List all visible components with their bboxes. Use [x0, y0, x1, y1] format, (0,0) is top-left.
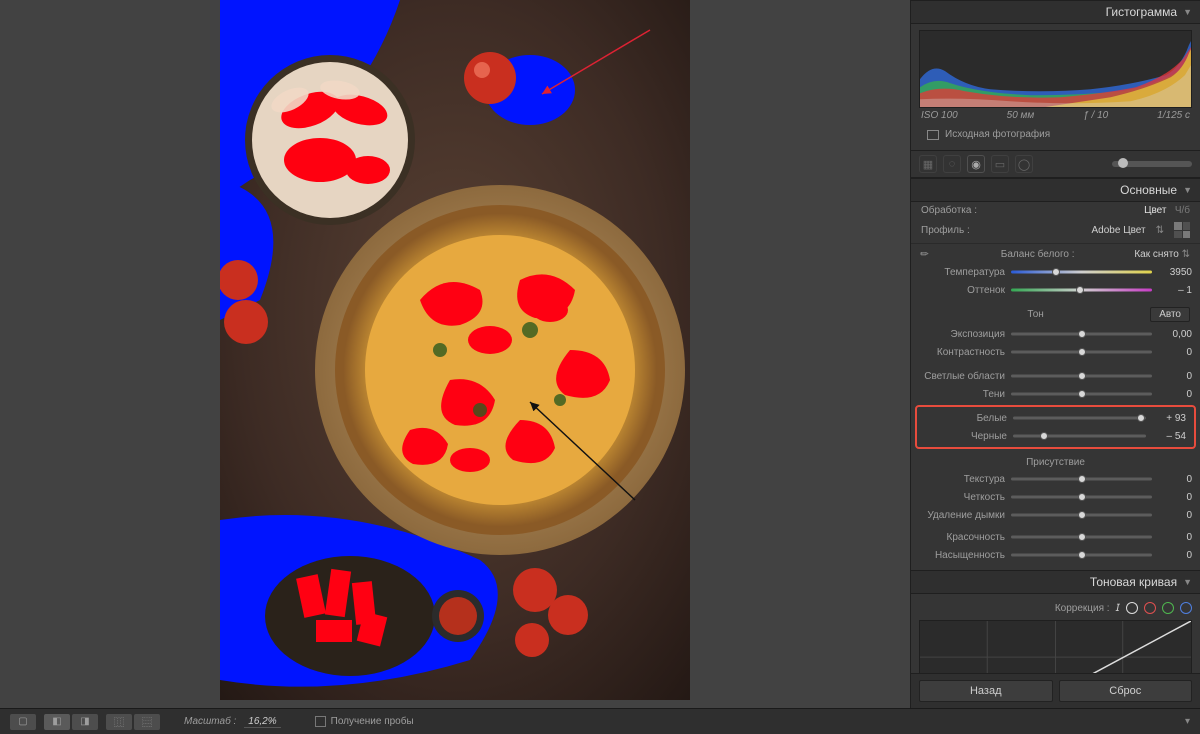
curve-blue[interactable] — [1180, 602, 1192, 614]
basic-title: Основные — [1120, 183, 1177, 197]
histogram[interactable] — [919, 30, 1192, 108]
reset-button[interactable]: Сброс — [1059, 680, 1193, 702]
exposure-label: Экспозиция — [919, 329, 1005, 340]
histogram-header[interactable]: Гистограмма ▼ — [911, 0, 1200, 24]
whites-blacks-highlight: Белые + 93 Черные – 54 — [915, 405, 1196, 449]
compare-after-icon[interactable]: ◨ — [72, 714, 98, 730]
tint-slider[interactable] — [1011, 284, 1152, 296]
eyedropper-icon[interactable]: ✎ — [918, 248, 932, 262]
blacks-value[interactable]: – 54 — [1152, 431, 1186, 442]
saturation-value[interactable]: 0 — [1158, 550, 1192, 561]
tone-header: Тон — [921, 309, 1150, 320]
profile-value[interactable]: Adobe Цвет — [1092, 225, 1146, 236]
blacks-label: Черные — [925, 431, 1007, 442]
compare-split-icon[interactable]: ⿲ — [106, 714, 132, 730]
dehaze-label: Удаление дымки — [919, 510, 1005, 521]
exposure-slider[interactable] — [1011, 328, 1152, 340]
compare-swap-icon[interactable]: ⿳ — [134, 714, 160, 730]
whites-value[interactable]: + 93 — [1152, 413, 1186, 424]
photo-preview[interactable] — [220, 0, 690, 700]
shadows-value[interactable]: 0 — [1158, 389, 1192, 400]
zoom-label: Масштаб : — [184, 716, 236, 727]
saturation-label: Насыщенность — [919, 550, 1005, 561]
profile-browser-icon[interactable] — [1174, 222, 1190, 238]
texture-label: Текстура — [919, 474, 1005, 485]
texture-value[interactable]: 0 — [1158, 474, 1192, 485]
back-button[interactable]: Назад — [919, 680, 1053, 702]
develop-right-panel: Гистограмма ▼ ▲ ▲ — [910, 0, 1200, 708]
clarity-value[interactable]: 0 — [1158, 492, 1192, 503]
tone-curve-header[interactable]: Тоновая кривая ▼ — [911, 570, 1200, 594]
chevron-down-icon: ▼ — [1183, 577, 1192, 587]
chevron-down-icon: ▼ — [1183, 7, 1192, 17]
histogram-meta: ISO 100 50 мм ƒ / 10 1/125 с — [919, 108, 1192, 125]
radial-tool-icon[interactable]: ◯ — [1015, 155, 1033, 173]
treatment-color[interactable]: Цвет — [1144, 205, 1166, 216]
tone-curve-title: Тоновая кривая — [1090, 575, 1177, 589]
tool-size-slider[interactable] — [1112, 161, 1192, 167]
contrast-value[interactable]: 0 — [1158, 347, 1192, 358]
bottom-toolbar: ▢ ◧ ◨ ⿲ ⿳ Масштаб : 16,2% Получение проб… — [0, 708, 1200, 734]
temp-label: Температура — [919, 267, 1005, 278]
clarity-slider[interactable] — [1011, 491, 1152, 503]
redeye-tool-icon[interactable]: ◉ — [967, 155, 985, 173]
vibrance-label: Красочность — [919, 532, 1005, 543]
saturation-slider[interactable] — [1011, 549, 1152, 561]
compare-before-icon[interactable]: ◧ — [44, 714, 70, 730]
profile-row[interactable]: Профиль : Adobe Цвет ⇅ — [911, 219, 1200, 241]
whites-label: Белые — [925, 413, 1007, 424]
curve-region-icon[interactable]: 𝘐 — [1116, 603, 1120, 614]
curve-rgb[interactable] — [1126, 602, 1138, 614]
temp-slider[interactable] — [1011, 266, 1152, 278]
spot-tool-icon[interactable]: ◌ — [943, 155, 961, 173]
contrast-label: Контрастность — [919, 347, 1005, 358]
treatment-row: Обработка : Цвет Ч/б — [911, 202, 1200, 219]
highlights-slider[interactable] — [1011, 370, 1152, 382]
dehaze-slider[interactable] — [1011, 509, 1152, 521]
updown-icon[interactable]: ⇅ — [1156, 225, 1164, 236]
presence-header: Присутствие — [911, 451, 1200, 470]
treatment-bw[interactable]: Ч/б — [1175, 205, 1190, 216]
auto-button[interactable]: Авто — [1150, 307, 1190, 322]
soft-proof-chevron-icon[interactable]: ▾ — [1185, 716, 1190, 727]
gradient-tool-icon[interactable]: ▭ — [991, 155, 1009, 173]
contrast-slider[interactable] — [1011, 346, 1152, 358]
basic-header[interactable]: Основные ▼ — [911, 178, 1200, 202]
curve-correction-label: Коррекция : — [1055, 603, 1110, 614]
curve-green[interactable] — [1162, 602, 1174, 614]
wb-label: Баланс белого : — [941, 249, 1134, 260]
whites-slider[interactable] — [1013, 412, 1146, 424]
blacks-slider[interactable] — [1013, 430, 1146, 442]
shadows-slider[interactable] — [1011, 388, 1152, 400]
highlights-label: Светлые области — [919, 371, 1005, 382]
texture-slider[interactable] — [1011, 473, 1152, 485]
zoom-value[interactable]: 16,2% — [244, 716, 280, 728]
dehaze-value[interactable]: 0 — [1158, 510, 1192, 521]
clarity-label: Четкость — [919, 492, 1005, 503]
wb-dropdown[interactable]: Как снято ⇅ — [1134, 249, 1190, 260]
vibrance-value[interactable]: 0 — [1158, 532, 1192, 543]
histogram-title: Гистограмма — [1106, 5, 1177, 19]
canvas-area[interactable] — [0, 0, 910, 708]
chevron-down-icon: ▼ — [1183, 185, 1192, 195]
original-photo-toggle[interactable]: Исходная фотография — [919, 125, 1192, 144]
highlights-value[interactable]: 0 — [1158, 371, 1192, 382]
sample-checkbox[interactable]: Получение пробы — [315, 716, 414, 727]
tint-label: Оттенок — [919, 285, 1005, 296]
vibrance-slider[interactable] — [1011, 531, 1152, 543]
tint-value[interactable]: – 1 — [1158, 285, 1192, 296]
exposure-value[interactable]: 0,00 — [1158, 329, 1192, 340]
temp-value[interactable]: 3950 — [1158, 267, 1192, 278]
tool-strip: ▦ ◌ ◉ ▭ ◯ — [911, 150, 1200, 178]
crop-tool-icon[interactable]: ▦ — [919, 155, 937, 173]
curve-red[interactable] — [1144, 602, 1156, 614]
shadows-label: Тени — [919, 389, 1005, 400]
tone-curve[interactable] — [919, 620, 1192, 673]
loupe-view-icon[interactable]: ▢ — [10, 714, 36, 730]
